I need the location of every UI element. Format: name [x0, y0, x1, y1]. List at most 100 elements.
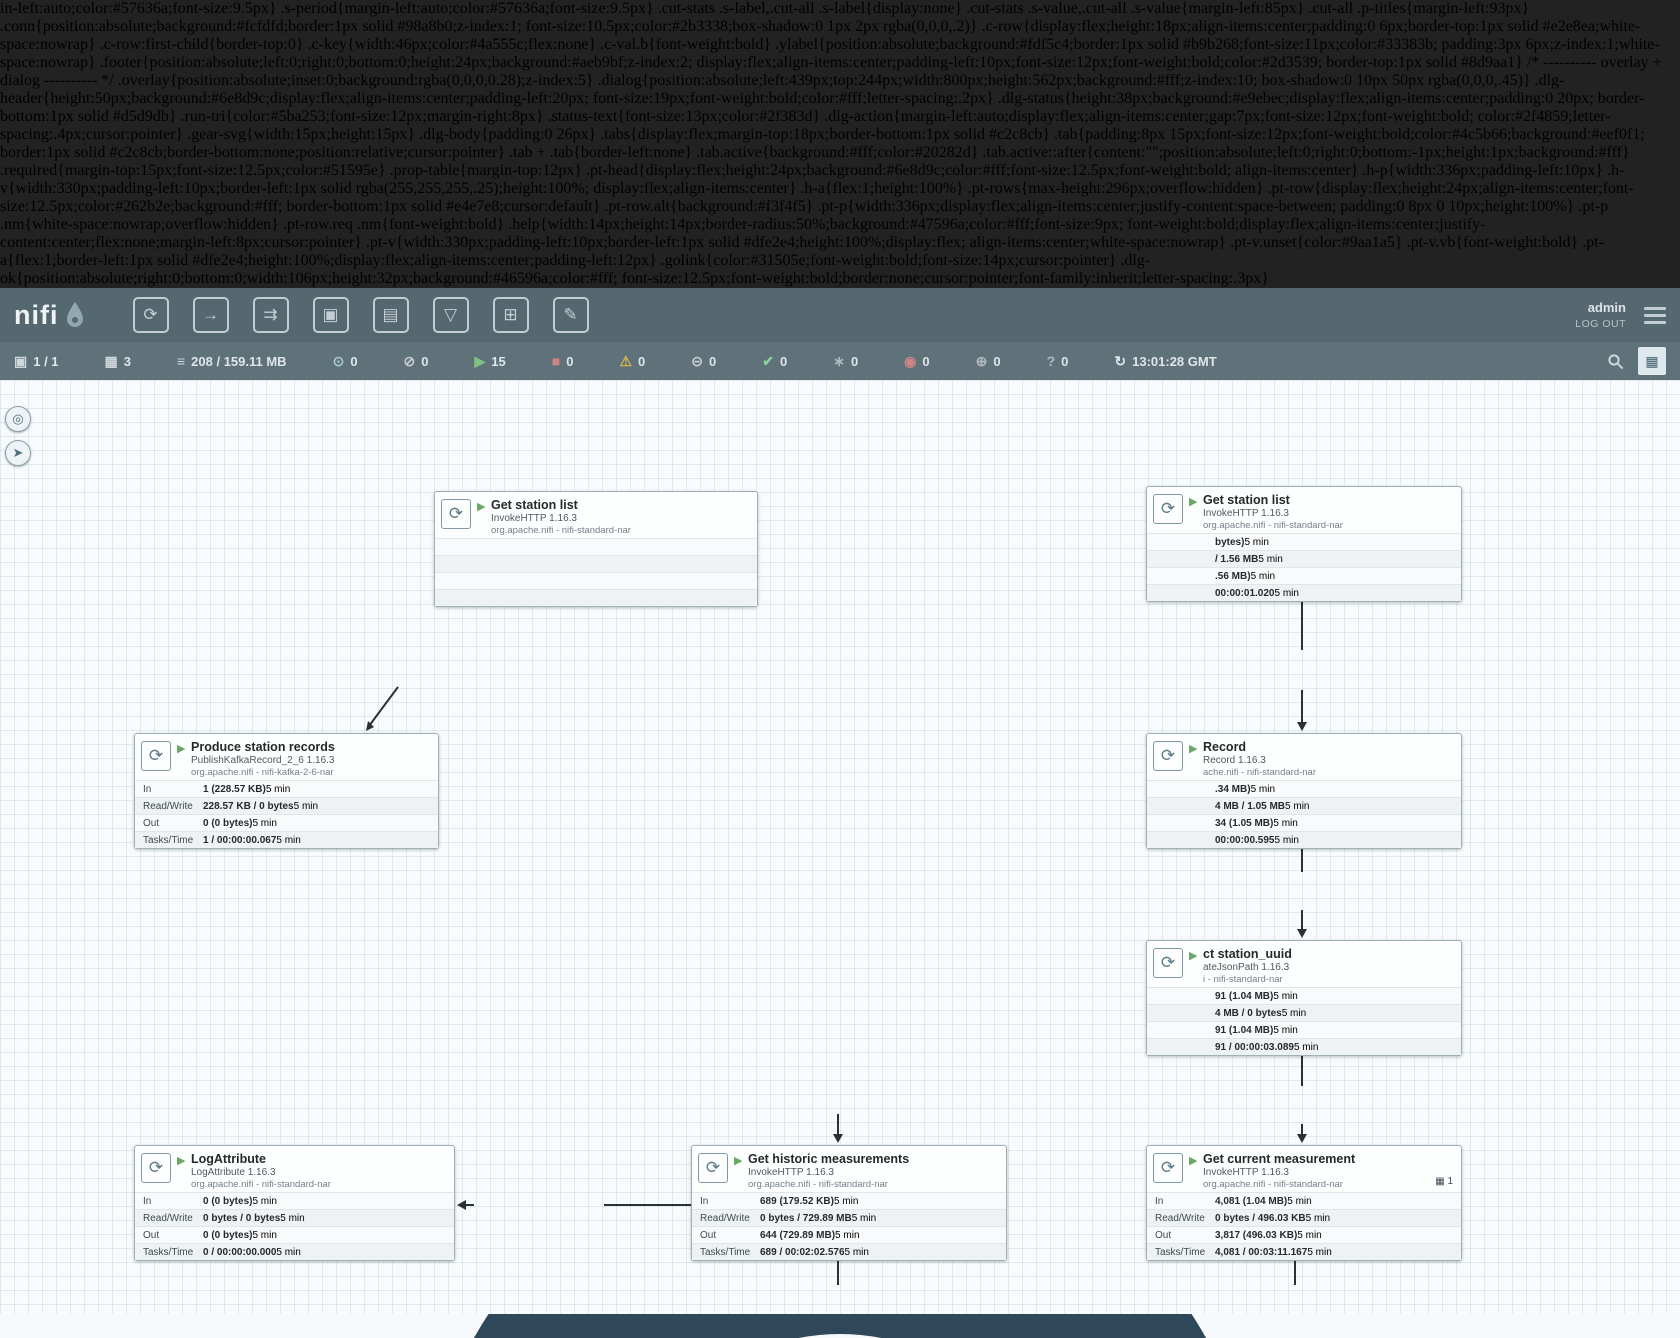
status-sync-failure: ? 0	[1047, 354, 1069, 369]
locally-modified-stale-count: 0	[993, 353, 1001, 369]
grid-icon: ▦	[1435, 1176, 1445, 1187]
processor-get-historic-measurements[interactable]: ⟳ ▶ Get historic measurements InvokeHTTP…	[691, 1145, 1007, 1261]
active-threads-icon: ▦	[104, 353, 118, 369]
run-status-icon: ▶	[734, 1155, 743, 1167]
refresh-icon: ↻	[1114, 353, 1127, 369]
stopped-icon: ■	[551, 353, 561, 369]
processor-title: Get station list	[1203, 493, 1290, 507]
queued-count: 208 / 159.11 MB	[191, 353, 287, 369]
search-icon[interactable]	[1607, 353, 1624, 370]
processor-title: LogAttribute	[191, 1152, 266, 1166]
status-locally-modified: ∗ 0	[833, 354, 858, 369]
run-status-icon: ▶	[1189, 950, 1198, 962]
processor-bundle: org.apache.nifi - nifi-kafka-2-6-nar	[191, 767, 334, 778]
processor-stat-row: 34 (1.05 MB) 5 min	[1147, 814, 1461, 831]
processor-type-icon: ⟳	[1153, 948, 1183, 978]
run-status-icon: ▶	[177, 743, 186, 755]
status-active-threads: ▦ 3	[105, 354, 131, 369]
output-port-icon[interactable]: ⇉	[252, 297, 289, 333]
processor-produce-station-records[interactable]: ⟳ ▶ Produce station records PublishKafka…	[134, 733, 439, 849]
status-not-transmitting: ⊘ 0	[404, 354, 429, 369]
status-invalid: ⚠ 0	[619, 354, 645, 369]
settings-grid-icon: ▦	[1645, 352, 1659, 369]
status-queued: ≡ 208 / 159.11 MB	[177, 354, 287, 369]
top-bar: nifi ⟳ → ⇉ ▣ ▤ ▽ ⊞ ✎ admin LOG OUT	[0, 288, 1680, 342]
processor-title: Get historic measurements	[748, 1152, 910, 1166]
processor-bundle: i - nifi-standard-nar	[1203, 974, 1283, 985]
processor-type-icon: ⟳	[698, 1153, 728, 1183]
processor-type: InvokeHTTP 1.16.3	[748, 1167, 834, 1178]
settings-button[interactable]: ▦	[1638, 347, 1666, 375]
processor-bundle: org.apache.nifi - nifi-standard-nar	[191, 1179, 331, 1190]
template-icon[interactable]: ⊞	[492, 297, 529, 333]
processor-stat-row: Tasks/Time 689 / 00:02:02.576 5 min	[692, 1243, 1006, 1260]
processor-stat-row: Tasks/Time 1 / 00:00:00.067 5 min	[135, 831, 438, 848]
status-running: ▶ 15	[475, 354, 506, 369]
processor-stat-row: bytes) 5 min	[1147, 533, 1461, 550]
processor-stat-row: 4 MB / 1.05 MB 5 min	[1147, 797, 1461, 814]
processor-stat-row: Tasks/Time 0 / 00:00:00.000 5 min	[135, 1243, 454, 1260]
input-port-icon[interactable]: →	[192, 297, 229, 333]
processor-bundle: org.apache.nifi - nifi-standard-nar	[1203, 1179, 1343, 1190]
processor-stat-row: In 4,081 (1.04 MB) 5 min	[1147, 1192, 1461, 1209]
processor-get-current-measurement[interactable]: ⟳ ▶ Get current measurement InvokeHTTP 1…	[1146, 1145, 1462, 1261]
process-group-icon[interactable]: ▣	[312, 297, 349, 333]
status-bar: ▣ 1 / 1 ▦ 3 ≡ 208 / 159.11 MB ⊙ 0 ⊘ 0 ▶ 15 ■ 0 ⚠ 0 ⊝ 0 ✔ 0 ∗…	[0, 342, 1680, 380]
global-menu-icon[interactable]	[1644, 306, 1666, 324]
processor-logattribute[interactable]: ⟳ ▶ LogAttribute LogAttribute 1.16.3 org…	[134, 1145, 455, 1261]
processor-bundle: ache.nifi - nifi-standard-nar	[1203, 767, 1316, 778]
invalid-icon: ⚠	[619, 353, 633, 369]
status-refresh[interactable]: ↻ 13:01:28 GMT	[1114, 354, 1216, 369]
status-locally-modified-stale: ⊕ 0	[976, 354, 1001, 369]
run-status-icon: ▶	[1189, 743, 1198, 755]
processor-stat-row: 4 MB / 0 bytes 5 min	[1147, 1004, 1461, 1021]
processor-stat-row	[435, 572, 757, 589]
up-to-date-count: 0	[779, 353, 788, 369]
processor-icon[interactable]: ⟳	[132, 297, 169, 333]
processor-record[interactable]: ⟳ ▶ Record Record 1.16.3 ache.nifi - nif…	[1146, 733, 1462, 849]
status-transmitting: ⊙ 0	[333, 354, 358, 369]
running-icon: ▶	[474, 353, 486, 369]
disabled-icon: ⊝	[691, 353, 703, 369]
not-transmitting-icon: ⊘	[403, 353, 416, 369]
processor-type: Record 1.16.3	[1203, 755, 1266, 766]
processor-get-station-list-right[interactable]: ⟳ ▶ Get station list InvokeHTTP 1.16.3 o…	[1146, 486, 1462, 602]
up-to-date-icon: ✔	[762, 353, 774, 369]
processor-extract-station-uuid[interactable]: ⟳ ▶ ct station_uuid ateJsonPath 1.16.3 i…	[1146, 940, 1462, 1056]
processor-stat-row: Out 644 (729.89 MB) 5 min	[692, 1226, 1006, 1243]
status-stopped: ■ 0	[552, 354, 574, 369]
locally-modified-icon: ∗	[833, 353, 845, 369]
label-icon[interactable]: ✎	[552, 297, 589, 333]
navigate-palette-button[interactable]: ◎	[5, 406, 31, 432]
running-count: 15	[491, 353, 506, 369]
operate-icon: ➤	[12, 445, 24, 460]
component-toolbar: ⟳ → ⇉ ▣ ▤ ▽ ⊞ ✎	[132, 297, 589, 333]
stale-count: 0	[922, 353, 930, 369]
processor-type-icon: ⟳	[1153, 494, 1183, 524]
run-status-icon: ▶	[1189, 1155, 1198, 1167]
processor-type: LogAttribute 1.16.3	[191, 1167, 276, 1178]
processor-type-icon: ⟳	[441, 499, 471, 529]
processor-stat-row: .56 MB) 5 min	[1147, 567, 1461, 584]
processor-type-icon: ⟳	[141, 741, 171, 771]
processor-title: Produce station records	[191, 740, 335, 754]
logout-link[interactable]: LOG OUT	[1575, 318, 1626, 330]
processor-type-icon: ⟳	[1153, 741, 1183, 771]
processor-title: ct station_uuid	[1203, 947, 1292, 961]
remote-process-group-icon[interactable]: ▤	[372, 297, 409, 333]
processor-get-station-list-left[interactable]: ⟳ ▶ Get station list InvokeHTTP 1.16.3 o…	[434, 491, 758, 607]
processor-title: Record	[1203, 740, 1247, 754]
funnel-icon[interactable]: ▽	[432, 297, 469, 333]
processor-stat-row: / 1.56 MB 5 min	[1147, 550, 1461, 567]
processor-bundle: org.apache.nifi - nifi-standard-nar	[491, 525, 631, 536]
processor-stat-row: 91 / 00:00:03.089 5 min	[1147, 1038, 1461, 1055]
run-status-icon: ▶	[1189, 496, 1198, 508]
operate-palette-button[interactable]: ➤	[5, 440, 31, 466]
processor-stat-row: 91 (1.04 MB) 5 min	[1147, 1021, 1461, 1038]
processor-stat-row: 91 (1.04 MB) 5 min	[1147, 987, 1461, 1004]
processor-stat-row	[435, 538, 757, 555]
thread-count-badge: ▦ 1	[1435, 1176, 1453, 1187]
processor-stat-row: Read/Write 0 bytes / 0 bytes 5 min	[135, 1209, 454, 1226]
processor-type: InvokeHTTP 1.16.3	[1203, 1167, 1289, 1178]
run-status-icon: ▶	[477, 501, 486, 513]
